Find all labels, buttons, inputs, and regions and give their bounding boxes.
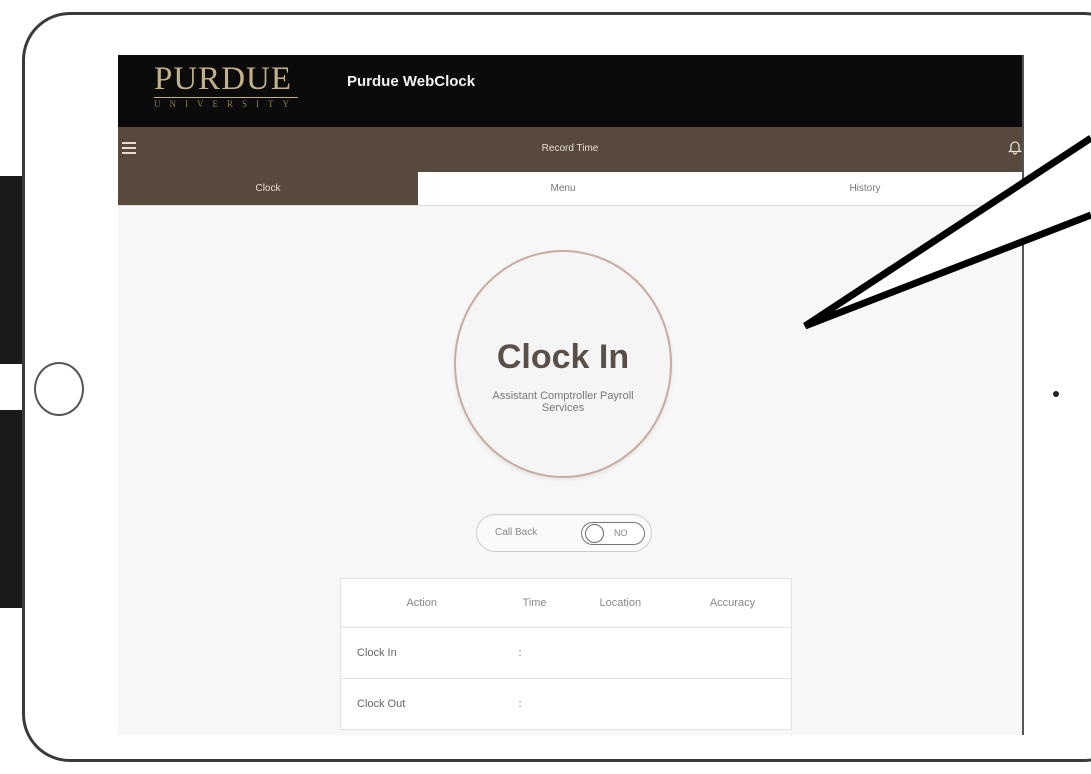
callout-pointer — [803, 135, 1091, 330]
